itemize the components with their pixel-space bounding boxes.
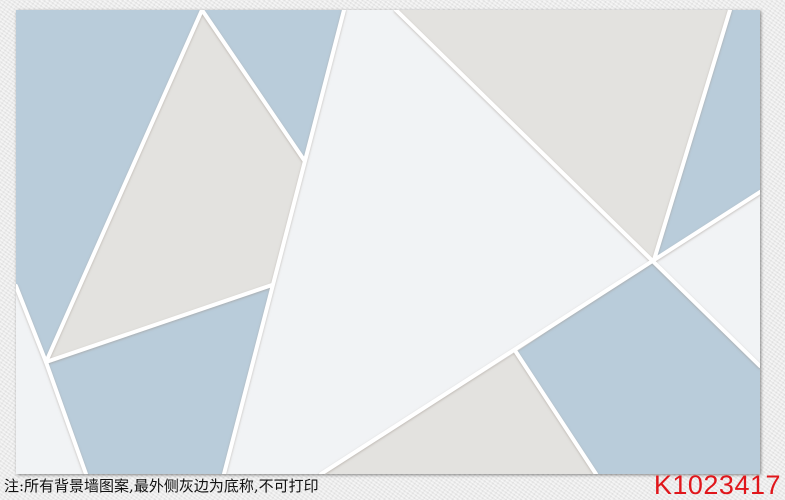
printing-note: 注:所有背景墙图案,最外侧灰边为底称,不可打印 [4, 477, 319, 495]
pattern-graphic [16, 10, 760, 474]
product-code: K1023417 [653, 470, 781, 500]
geometric-wallpaper-pattern [16, 10, 760, 474]
